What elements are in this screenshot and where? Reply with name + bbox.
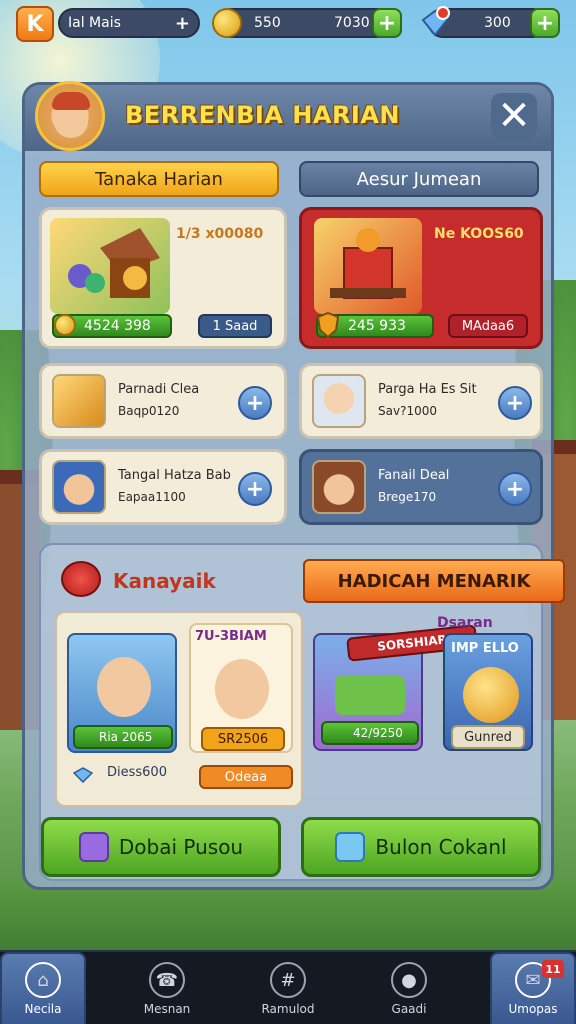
item-name: Parga Ha Es Sit: [378, 382, 477, 397]
gem-icon: [73, 767, 93, 783]
character-1-price: Ria 2065: [73, 725, 173, 749]
add-item-button[interactable]: +: [238, 386, 272, 420]
elder-portrait-icon: [312, 374, 366, 428]
list-item[interactable]: Tangal Hatza Bab Eapaa1100 +: [39, 449, 287, 525]
list-item[interactable]: Parga Ha Es Sit Sav?1000 +: [299, 363, 543, 439]
avatar-face: [54, 106, 88, 138]
coin-icon: [54, 314, 76, 336]
bundle-banner-secondary: Dsaran: [437, 615, 493, 631]
close-button[interactable]: ✕: [491, 93, 537, 139]
gems-value: 300: [484, 15, 511, 31]
home-icon: ⌂: [25, 962, 61, 998]
add-coins-button[interactable]: +: [372, 8, 402, 38]
item-name: Parnadi Clea: [118, 382, 200, 397]
grass-strip: [0, 880, 576, 960]
gift-icon: [61, 561, 101, 597]
item-name: Tangal Hatza Bab: [118, 468, 231, 483]
character-1-label: Diess600: [107, 765, 167, 780]
house-icon: [68, 228, 160, 298]
golden-egg-icon: [463, 667, 519, 723]
nav-label: Umopas: [508, 1002, 558, 1016]
add-item-button[interactable]: +: [498, 386, 532, 420]
item-code: Sav?1000: [378, 404, 437, 418]
featured-image-shop: [314, 218, 422, 314]
boy-portrait-icon: [52, 460, 106, 514]
avatar[interactable]: [35, 81, 105, 151]
item-code: Brege170: [378, 490, 437, 504]
coins-value-secondary: 7030: [334, 15, 370, 31]
character-2-title: 7U-3BIAM: [195, 629, 267, 644]
list-item[interactable]: Fanail Deal Brege170 +: [299, 449, 543, 525]
character-face: [215, 659, 269, 719]
bundle-2-title: IMP ELLO: [451, 641, 519, 656]
top-resource-bar: K Ial Mais + 550 7030 + 300 +: [16, 6, 560, 42]
featured-card-left[interactable]: 1/3 x00080 4524 398 1 Saad: [39, 207, 287, 349]
man-portrait-icon: [312, 460, 366, 514]
featured-right-button[interactable]: MAdaa6: [448, 314, 528, 338]
ribbon-banner: HADICAH MENARIK: [303, 559, 565, 603]
section-title: Kanayaik: [113, 569, 216, 593]
daily-panel: BERRENBIA HARIAN ✕ Tanaka Harian Aesur J…: [22, 81, 565, 890]
app-logo-icon[interactable]: K: [16, 6, 54, 42]
plant-icon: [335, 675, 405, 715]
panel-header: BERRENBIA HARIAN ✕: [25, 81, 551, 151]
left-action-label: Dobai Pusou: [118, 835, 244, 859]
bundle-card-2[interactable]: IMP ELLO Gunred: [443, 633, 533, 751]
potion-icon: [78, 832, 109, 862]
nav-label: Ramulod: [261, 1002, 315, 1016]
right-action-button[interactable]: Bulon Cokanl: [301, 817, 541, 877]
shield-icon: [316, 312, 340, 338]
item-code: Eapaa1100: [118, 490, 186, 504]
nav-label: Necila: [24, 1002, 62, 1016]
tab-daily[interactable]: Tanaka Harian: [39, 161, 279, 197]
shop-stand-icon: [330, 228, 406, 299]
right-action-label: Bulon Cokanl: [375, 835, 507, 859]
add-gems-button[interactable]: +: [530, 8, 560, 38]
item-name: Fanail Deal: [378, 468, 450, 483]
character-face: [97, 657, 151, 717]
character-card-1[interactable]: Ria 2065: [67, 633, 177, 753]
bundle-2-label: Gunred: [451, 725, 525, 749]
phone-icon: ☎: [149, 962, 185, 998]
profile-label: Ial Mais: [68, 15, 121, 31]
profile-pill[interactable]: Ial Mais +: [58, 8, 200, 38]
plus-icon: +: [174, 12, 190, 34]
nav-item-grid[interactable]: # Ramulod: [245, 952, 331, 1024]
character-card-2[interactable]: 7U-3BIAM SR2506: [189, 623, 293, 753]
add-item-button[interactable]: +: [498, 472, 532, 506]
notification-dot-icon: [436, 6, 450, 20]
notification-badge: 11: [542, 960, 564, 978]
coins-value: 550: [254, 15, 281, 31]
nav-item-phone[interactable]: ☎ Mesnan: [124, 952, 210, 1024]
bottle-icon: [335, 832, 366, 862]
nav-item-pin[interactable]: ● Gaadi: [366, 952, 452, 1024]
character-offers: Ria 2065 Diess600 7U-3BIAM SR2506 Odeaa: [55, 611, 303, 807]
bread-icon: [52, 374, 106, 428]
pin-icon: ●: [391, 962, 427, 998]
left-action-button[interactable]: Dobai Pusou: [41, 817, 281, 877]
featured-image-house: [50, 218, 170, 314]
coin-icon: [212, 8, 242, 38]
nav-item-home[interactable]: ⌂ Necila: [0, 952, 86, 1024]
list-item[interactable]: Parnadi Clea Baqp0120 +: [39, 363, 287, 439]
character-2-price: SR2506: [201, 727, 285, 751]
featured-left-button[interactable]: 1 Saad: [198, 314, 272, 338]
avatar-hair: [52, 92, 90, 110]
rewards-section: Kanayaik HADICAH MENARIK Ria 2065 Diess6…: [39, 543, 565, 881]
bundle-1-price: 42/9250: [321, 721, 419, 745]
featured-left-title: 1/3 x00080: [176, 226, 264, 242]
page-title: BERRENBIA HARIAN: [125, 101, 401, 129]
featured-card-right[interactable]: Ne KOOS60 245 933 MAdaa6: [299, 207, 543, 349]
item-code: Baqp0120: [118, 404, 180, 418]
add-item-button[interactable]: +: [238, 472, 272, 506]
featured-right-title: Ne KOOS60: [434, 226, 524, 242]
tab-other[interactable]: Aesur Jumean: [299, 161, 539, 197]
nav-label: Mesnan: [143, 1002, 191, 1016]
nav-item-map[interactable]: ✉ Umopas 11: [490, 952, 576, 1024]
nav-label: Gaadi: [391, 1002, 427, 1016]
bottom-nav: ⌂ Necila ☎ Mesnan # Ramulod ● Gaadi ✉ Um…: [0, 950, 576, 1024]
character-2-button[interactable]: Odeaa: [199, 765, 293, 789]
grid-icon: #: [270, 962, 306, 998]
